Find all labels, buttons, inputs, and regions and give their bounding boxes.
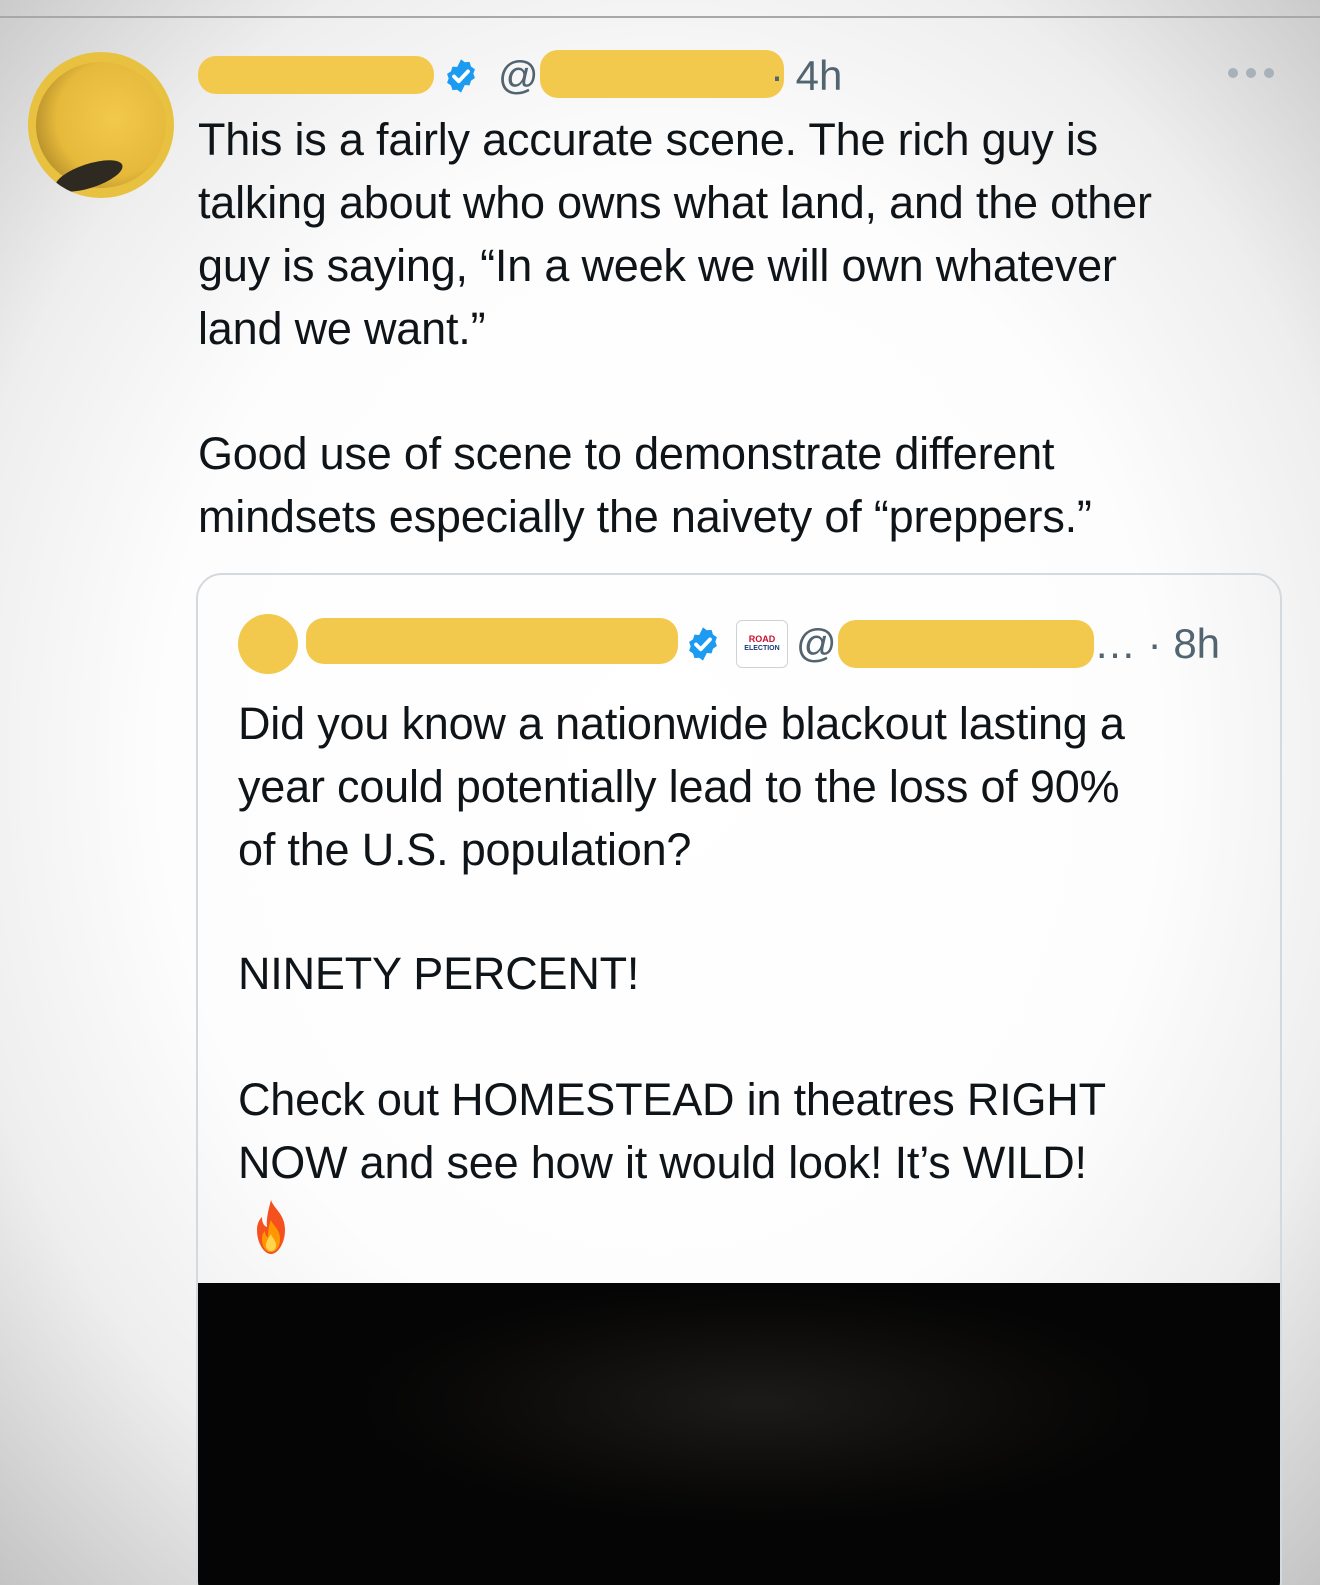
tweet-paragraph-1: This is a fairly accurate scene. The ric…	[198, 108, 1288, 360]
quoted-line: Check out HOMESTEAD in theatres RIGHT	[238, 1074, 1106, 1125]
quoted-line: NINETY PERCENT!	[238, 948, 640, 999]
quoted-tweet-media[interactable]	[198, 1283, 1280, 1585]
quoted-line: Did you know a nationwide blackout lasti…	[238, 698, 1125, 749]
top-divider	[0, 16, 1320, 18]
tweet-line: land we want.”	[198, 303, 486, 354]
tweet-timestamp[interactable]: · 4h	[770, 52, 842, 100]
quoted-paragraph-2: NINETY PERCENT!	[238, 942, 1268, 1005]
quoted-handle-prefix[interactable]: @	[796, 622, 837, 667]
redacted-quoted-handle	[838, 620, 1094, 668]
screenshot-screen: @ · 4h This is a fairly accurate scene. …	[0, 0, 1320, 1585]
badge-line-1: ROAD	[748, 634, 776, 644]
quoted-line: year could potentially lead to the loss …	[238, 761, 1120, 812]
fire-emoji-icon	[257, 1200, 285, 1254]
affiliate-badge-logo[interactable]: ROAD ELECTION	[736, 620, 788, 668]
quoted-paragraph-3: Check out HOMESTEAD in theatres RIGHT NO…	[238, 1068, 1268, 1194]
author-avatar[interactable]	[28, 52, 174, 198]
verified-badge-icon	[447, 59, 475, 93]
tweet-paragraph-2: Good use of scene to demonstrate differe…	[198, 422, 1288, 548]
redacted-quoted-display-name	[306, 618, 678, 664]
quoted-author-avatar[interactable]	[238, 614, 298, 674]
redacted-handle	[540, 50, 784, 98]
tweet-line: This is a fairly accurate scene. The ric…	[198, 114, 1098, 165]
author-handle-prefix[interactable]: @	[498, 54, 539, 99]
more-options-icon[interactable]	[1228, 66, 1274, 80]
tweet-line: talking about who owns what land, and th…	[198, 177, 1152, 228]
quoted-verified-badge-icon	[689, 627, 717, 661]
quoted-line: of the U.S. population?	[238, 824, 692, 875]
tweet-line: guy is saying, “In a week we will own wh…	[198, 240, 1117, 291]
quoted-line: NOW and see how it would look! It’s WILD…	[238, 1137, 1087, 1188]
quoted-paragraph-1: Did you know a nationwide blackout lasti…	[238, 692, 1268, 881]
redacted-display-name	[198, 56, 434, 94]
quoted-timestamp[interactable]: … · 8h	[1094, 620, 1220, 668]
badge-line-2: ELECTION	[744, 645, 780, 652]
tweet-line: Good use of scene to demonstrate differe…	[198, 428, 1055, 479]
tweet-line: mindsets especially the naivety of “prep…	[198, 491, 1092, 542]
